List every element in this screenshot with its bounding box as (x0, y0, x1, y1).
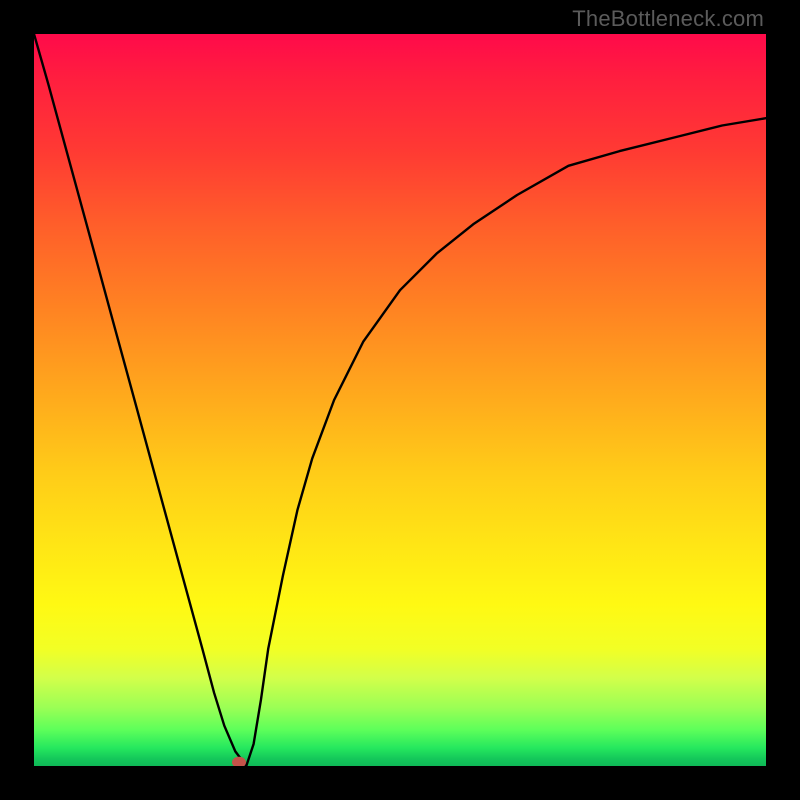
plot-svg (34, 34, 766, 766)
watermark-text: TheBottleneck.com (572, 6, 764, 32)
bottleneck-curve (34, 34, 766, 766)
curve-group (34, 34, 766, 766)
plot-area (34, 34, 766, 766)
minimum-marker (232, 757, 246, 766)
chart-frame: TheBottleneck.com (0, 0, 800, 800)
